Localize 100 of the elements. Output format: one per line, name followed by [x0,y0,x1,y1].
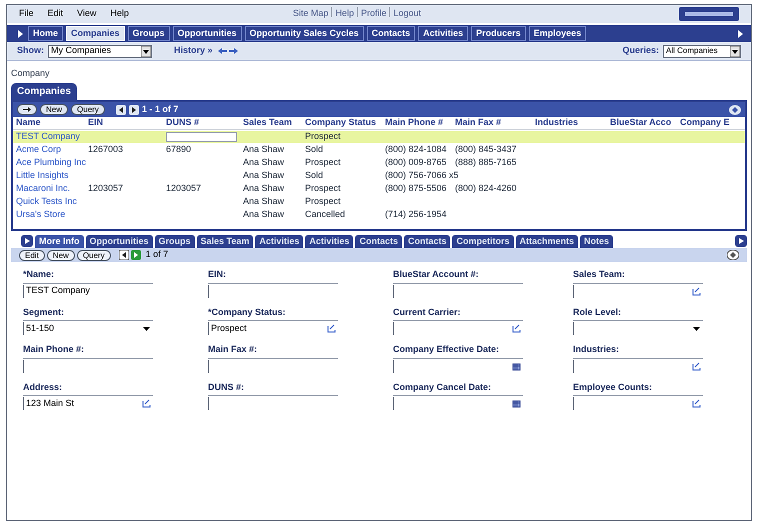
lookup-icon[interactable] [692,362,701,370]
toolbar-button[interactable]: Edit [19,250,45,260]
column-header[interactable]: Company E [677,116,747,130]
top-link[interactable]: Site Map [292,7,328,21]
collapse-icon[interactable] [21,235,33,247]
nav-tab[interactable]: Companies [66,26,125,42]
toolbar-button[interactable]: Query [71,104,105,115]
calendar-icon[interactable] [512,362,521,370]
input-field[interactable] [573,284,703,298]
previous-icon[interactable] [118,250,129,260]
lookup-icon[interactable] [512,324,521,333]
expand-icon[interactable] [15,28,25,38]
table-cell: 1203057 [88,183,124,194]
lookup-icon[interactable] [692,286,701,296]
panel-tab[interactable]: Companies [11,83,77,100]
detail-tab[interactable]: Opportunities [86,234,152,248]
history-link[interactable]: History » [174,44,213,58]
company-link[interactable]: Ace Plumbing Inc [16,157,86,168]
top-link[interactable]: Help [335,7,354,21]
top-link[interactable]: Profile [360,7,386,21]
table-cell: Sold [305,144,324,154]
input-field[interactable] [393,360,523,372]
lookup-icon[interactable] [692,399,701,408]
selected-row[interactable]: TEST Company Prospect [13,131,745,143]
detail-tab[interactable]: Activities [255,234,304,248]
field-label: Company Cancel Date: [393,380,523,396]
menu-item[interactable]: View [77,7,96,21]
previous-icon[interactable] [116,104,126,114]
lookup-icon[interactable] [327,324,336,333]
input-field[interactable] [573,360,703,372]
column-header[interactable]: Name [13,116,85,130]
company-link[interactable]: Macaroni Inc. [16,183,70,194]
dropdown-arrow-icon[interactable] [142,324,151,333]
detail-tab[interactable]: More Info [35,234,84,248]
queries-dropdown[interactable]: All Companies [663,44,741,58]
calendar-icon[interactable] [512,399,521,408]
menu-item[interactable]: Help [110,7,129,21]
nav-tab[interactable]: Contacts [366,26,416,42]
table-cell: Prospect [305,196,341,206]
cell-input[interactable] [166,132,237,142]
toolbar-button[interactable]: Query [76,250,111,260]
back-forward-arrows-icon[interactable] [216,46,239,56]
detail-tab[interactable]: Attachments [516,234,578,248]
collapse-icon[interactable] [735,235,747,247]
menu-item[interactable]: Edit [48,7,64,21]
detail-tab[interactable]: Competitors [452,234,514,248]
nav-tab[interactable]: Opportunities [172,26,242,42]
detail-tab[interactable]: Sales Team [196,234,254,248]
go-button[interactable] [17,104,37,115]
table-cell: (800) 845-3437 [455,144,517,154]
next-icon[interactable] [128,104,139,114]
field-label: EIN: [208,268,338,284]
column-header[interactable]: Industries [532,116,607,130]
nav-tab[interactable]: Activities [418,26,468,42]
column-header[interactable]: Company Status [302,116,382,130]
detail-tab[interactable]: Contacts [404,234,450,248]
expand-icon[interactable] [735,28,745,38]
column-header[interactable]: Sales Team [240,116,302,130]
column-header[interactable]: EIN [85,116,163,130]
nav-tab[interactable]: Employees [528,26,586,42]
input-field[interactable] [393,397,523,410]
nav-tab[interactable]: Home [28,26,64,42]
lookup-icon[interactable] [142,399,151,408]
dropdown-arrow-icon[interactable] [692,324,701,333]
detail-tab[interactable]: Activities [305,234,354,248]
settings-icon[interactable] [729,104,741,114]
column-header[interactable]: Main Phone # [382,116,452,130]
dropdown-field[interactable]: 51-150 [23,322,153,335]
column-header[interactable]: Main Fax # [452,116,532,130]
menu-item[interactable]: File [19,7,34,21]
table-cell: 67890 [166,144,192,154]
input-field[interactable]: 123 Main St [23,397,153,410]
column-header[interactable]: DUNS # [163,116,240,130]
field-label: DUNS #: [208,380,338,396]
field-label: Current Carrier: [393,306,523,321]
dropdown-field[interactable] [573,322,703,335]
detail-tab[interactable]: Notes [580,234,614,248]
toolbar-button[interactable]: New [46,250,75,260]
settings-icon[interactable] [727,250,739,260]
company-link[interactable]: Little Insights [16,170,69,180]
company-link[interactable]: Quick Tests Inc [16,196,77,206]
detail-tab[interactable]: Groups [154,234,195,248]
top-link[interactable]: Logout [393,7,421,21]
table-cell: (800) 824-1084 [385,144,447,154]
show-dropdown[interactable]: My Companies [48,44,152,58]
company-link[interactable]: TEST Company [16,131,80,142]
detail-tab[interactable]: Contacts [355,234,402,248]
company-link[interactable]: Acme Corp [16,144,62,154]
field-label: *Name: [23,268,153,284]
nav-tab[interactable]: Producers [471,26,526,42]
input-field[interactable] [393,322,523,335]
input-field[interactable]: Prospect [208,322,338,335]
nav-tab[interactable]: Opportunity Sales Cycles [244,26,364,42]
toolbar-button[interactable]: New [40,104,68,115]
company-link[interactable]: Ursa's Store [16,209,66,220]
nav-tab[interactable]: Groups [128,26,170,42]
column-header[interactable]: BlueStar Acco [607,116,677,130]
input-field[interactable] [573,397,703,410]
input-field[interactable]: TEST Company [23,284,153,298]
field-label: Employee Counts: [573,380,703,396]
